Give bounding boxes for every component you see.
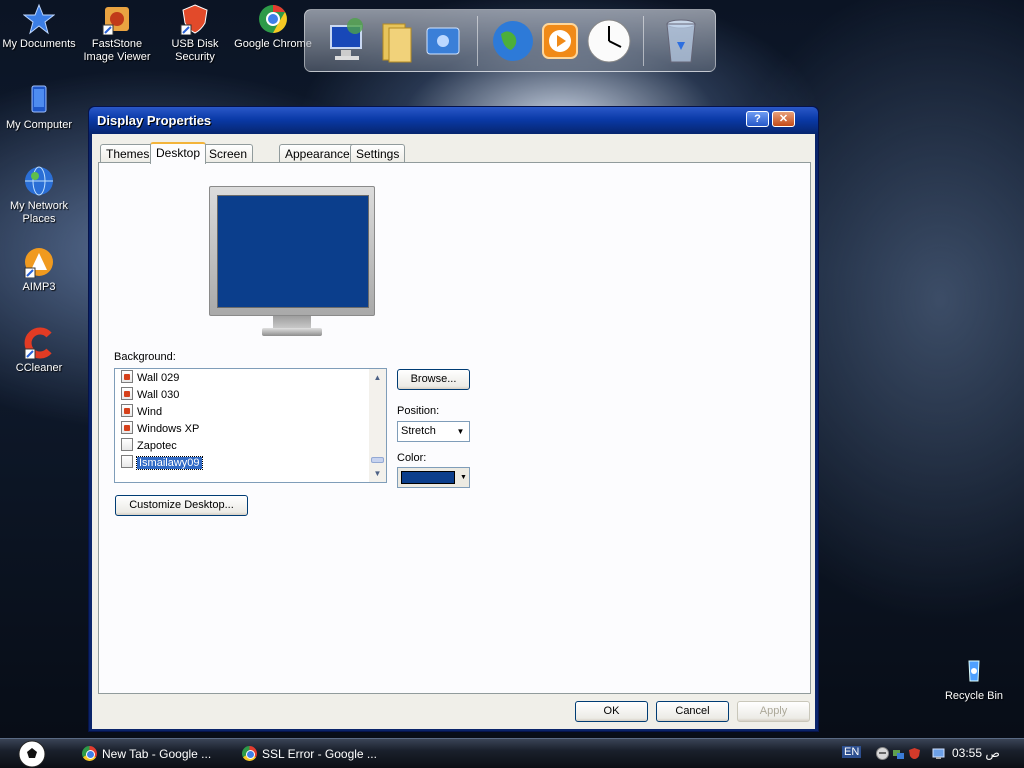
taskbar-item-ssl-error[interactable]: SSL Error - Google ... [240, 742, 390, 766]
image-file-icon [121, 421, 133, 434]
recycle-bin-icon [968, 660, 980, 682]
list-item[interactable]: Wind [121, 404, 162, 421]
desktop-icon-label: My Network Places [9, 200, 69, 225]
desktop-icon-my-documents[interactable]: My Documents [0, 3, 78, 51]
messenger-icon[interactable] [876, 747, 889, 760]
ccleaner-icon [24, 327, 52, 359]
list-item[interactable]: Zapotec [121, 438, 177, 455]
monitor-base [262, 328, 322, 336]
desktop-icon-usb-disk-security[interactable]: USB Disk Security [156, 3, 234, 64]
soccer-ball-icon [18, 740, 46, 768]
list-item[interactable]: Windows XP [121, 421, 199, 438]
desktop-tab-panel: Background: Wall 029 Wall 030 Wind Windo… [98, 162, 811, 694]
desktop-icon-label: FastStone Image Viewer [83, 38, 151, 63]
monitor-preview [209, 186, 375, 316]
taskbar-item-new-tab[interactable]: New Tab - Google ... [80, 742, 230, 766]
tab-screen-saver[interactable]: Screen Saver [203, 144, 254, 179]
desktop-icon-faststone[interactable]: FastStone Image Viewer [78, 3, 156, 64]
desktop-icon-my-network-places[interactable]: My Network Places [0, 165, 78, 226]
dock-globe-icon[interactable] [489, 16, 537, 66]
background-label: Background: [114, 351, 176, 363]
taskbar-item-label: SSL Error - Google ... [262, 747, 377, 761]
dock-recycle-bin-icon[interactable] [657, 16, 705, 66]
desktop-icon-my-computer[interactable]: My Computer [0, 84, 78, 132]
dock-media-player-icon[interactable] [537, 16, 585, 66]
desktop-icon-google-chrome[interactable]: Google Chrome [234, 3, 312, 51]
image-file-icon [121, 404, 133, 417]
display-icon[interactable] [932, 747, 945, 760]
tab-desktop[interactable]: Desktop [150, 142, 207, 164]
list-scrollbar[interactable]: ▲ ▼ [369, 369, 386, 482]
position-select[interactable]: Stretch ▼ [397, 421, 470, 442]
taskbar: New Tab - Google ... SSL Error - Google … [0, 738, 1024, 768]
system-tray: EN 03:55 ص [836, 739, 1024, 768]
tab-themes[interactable]: Themes [100, 144, 156, 163]
chrome-icon [242, 746, 257, 761]
tab-appearance[interactable]: Appearance [279, 144, 356, 163]
chevron-down-icon[interactable]: ▼ [453, 423, 468, 440]
shield-icon [180, 4, 208, 35]
scroll-down-icon[interactable]: ▼ [369, 465, 386, 482]
desktop-icon-label: Recycle Bin [944, 690, 1004, 702]
desktop-icon-label: USB Disk Security [171, 38, 219, 63]
scroll-thumb[interactable] [371, 457, 384, 463]
start-button[interactable] [16, 739, 48, 768]
help-button[interactable]: ? [746, 111, 769, 127]
desktop-preview-screen [217, 195, 369, 308]
browse-button[interactable]: Browse... [397, 369, 470, 390]
star-icon [23, 3, 55, 35]
image-file-icon [121, 387, 133, 400]
chevron-down-icon[interactable]: ▼ [459, 469, 468, 486]
computer-icon [31, 85, 47, 113]
dock-clock-icon[interactable] [585, 16, 633, 66]
desktop-icon-label: My Computer [5, 119, 73, 131]
list-item[interactable]: Wall 029 [121, 370, 179, 387]
title-bar[interactable]: Display Properties ? ✕ [89, 107, 818, 134]
network-icon[interactable] [892, 747, 905, 760]
display-properties-dialog: Display Properties ? ✕ Themes Desktop Sc… [88, 106, 819, 732]
image-file-icon [121, 370, 133, 383]
color-label: Color: [397, 452, 427, 464]
image-file-icon [121, 455, 133, 468]
desktop-icon-aimp3[interactable]: AIMP3 [0, 246, 78, 294]
customize-desktop-button[interactable]: Customize Desktop... [115, 495, 248, 516]
dock-bar [304, 9, 716, 72]
dialog-title: Display Properties [97, 113, 212, 128]
desktop-icon-label: My Documents [2, 38, 76, 50]
list-item-selected[interactable]: Ismailawy09 [121, 455, 203, 472]
close-button[interactable]: ✕ [772, 111, 795, 127]
faststone-icon [102, 7, 129, 35]
desktop-icon-recycle-bin[interactable]: Recycle Bin [935, 655, 1013, 703]
position-label: Position: [397, 405, 440, 417]
dock-computer-icon[interactable] [323, 16, 371, 66]
cancel-button[interactable]: Cancel [656, 701, 729, 722]
aimp-icon [24, 248, 53, 278]
list-item[interactable]: Wall 030 [121, 387, 179, 404]
language-indicator[interactable]: EN [842, 746, 862, 758]
globe-icon [25, 166, 53, 196]
dock-control-panel-icon[interactable] [419, 16, 467, 66]
dock-folder-icon[interactable] [373, 16, 421, 66]
desktop-icon-ccleaner[interactable]: CCleaner [0, 327, 78, 375]
dock-separator [477, 16, 478, 66]
clock[interactable]: 03:55 ص [952, 746, 1000, 760]
image-file-icon [121, 438, 133, 451]
color-swatch [401, 471, 455, 484]
chrome-icon [82, 746, 97, 761]
taskbar-item-label: New Tab - Google ... [102, 747, 212, 761]
background-list[interactable]: Wall 029 Wall 030 Wind Windows XP Zapote… [114, 368, 387, 483]
ok-button[interactable]: OK [575, 701, 648, 722]
desktop-icon-label: Google Chrome [234, 38, 312, 50]
chrome-icon [259, 5, 287, 33]
dock-separator [643, 16, 644, 66]
desktop-icon-label: AIMP3 [22, 281, 56, 293]
color-picker[interactable]: ▼ [397, 467, 470, 488]
tab-settings[interactable]: Settings [350, 144, 406, 163]
scroll-up-icon[interactable]: ▲ [369, 369, 386, 386]
dialog-body: Themes Desktop Screen Saver Appearance S… [92, 134, 815, 729]
desktop-icon-label: CCleaner [15, 362, 63, 374]
security-icon[interactable] [908, 747, 921, 760]
position-value: Stretch [401, 425, 436, 437]
apply-button[interactable]: Apply [737, 701, 810, 722]
